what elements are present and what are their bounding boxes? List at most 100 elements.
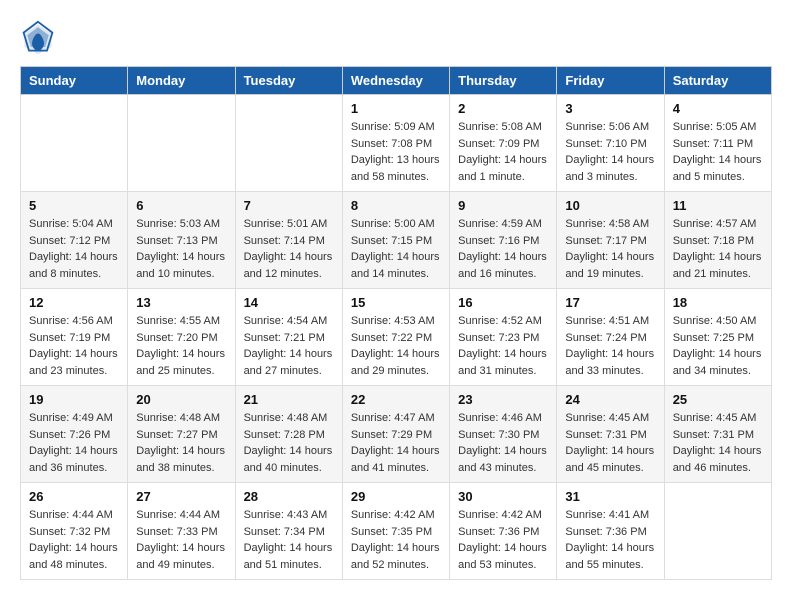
calendar-week-3: 12 Sunrise: 4:56 AMSunset: 7:19 PMDayligh… [21,289,772,386]
day-number: 9 [458,198,548,213]
logo-icon [20,20,56,56]
day-number: 31 [565,489,655,504]
calendar-cell: 20 Sunrise: 4:48 AMSunset: 7:27 PMDayligh… [128,386,235,483]
day-number: 22 [351,392,441,407]
calendar-table: SundayMondayTuesdayWednesdayThursdayFrid… [20,66,772,580]
day-info: Sunrise: 4:44 AMSunset: 7:32 PMDaylight:… [29,507,119,573]
day-number: 29 [351,489,441,504]
day-header-thursday: Thursday [450,67,557,95]
calendar-week-1: 1Sunrise: 5:09 AMSunset: 7:08 PMDaylight… [21,95,772,192]
calendar-cell: 5 Sunrise: 5:04 AMSunset: 7:12 PMDaylight… [21,192,128,289]
day-info: Sunrise: 4:52 AMSunset: 7:23 PMDaylight:… [458,313,548,379]
calendar-cell: 7 Sunrise: 5:01 AMSunset: 7:14 PMDaylight… [235,192,342,289]
calendar-cell: 3 Sunrise: 5:06 AMSunset: 7:10 PMDaylight… [557,95,664,192]
day-header-sunday: Sunday [21,67,128,95]
day-info: Sunrise: 5:04 AMSunset: 7:12 PMDaylight:… [29,216,119,282]
day-number: 20 [136,392,226,407]
calendar-cell: 18 Sunrise: 4:50 AMSunset: 7:25 PMDayligh… [664,289,771,386]
day-number: 25 [673,392,763,407]
calendar-cell: 21 Sunrise: 4:48 AMSunset: 7:28 PMDayligh… [235,386,342,483]
day-number: 8 [351,198,441,213]
day-number: 1 [351,101,441,116]
calendar-cell: 9 Sunrise: 4:59 AMSunset: 7:16 PMDaylight… [450,192,557,289]
day-info: Sunrise: 4:48 AMSunset: 7:27 PMDaylight:… [136,410,226,476]
day-number: 4 [673,101,763,116]
day-info: Sunrise: 4:58 AMSunset: 7:17 PMDaylight:… [565,216,655,282]
calendar-cell [664,483,771,580]
day-info: Sunrise: 5:05 AMSunset: 7:11 PMDaylight:… [673,119,763,185]
day-info: Sunrise: 4:51 AMSunset: 7:24 PMDaylight:… [565,313,655,379]
day-info: Sunrise: 5:06 AMSunset: 7:10 PMDaylight:… [565,119,655,185]
calendar-cell: 8 Sunrise: 5:00 AMSunset: 7:15 PMDaylight… [342,192,449,289]
day-info: Sunrise: 4:57 AMSunset: 7:18 PMDaylight:… [673,216,763,282]
day-number: 21 [244,392,334,407]
day-header-wednesday: Wednesday [342,67,449,95]
calendar-cell: 24Sunrise: 4:45 AMSunset: 7:31 PMDayligh… [557,386,664,483]
calendar-cell: 14 Sunrise: 4:54 AMSunset: 7:21 PMDayligh… [235,289,342,386]
calendar-cell: 13 Sunrise: 4:55 AMSunset: 7:20 PMDayligh… [128,289,235,386]
day-header-tuesday: Tuesday [235,67,342,95]
day-number: 30 [458,489,548,504]
calendar-cell: 30Sunrise: 4:42 AMSunset: 7:36 PMDayligh… [450,483,557,580]
day-info: Sunrise: 4:45 AMSunset: 7:31 PMDaylight:… [673,410,763,476]
calendar-week-2: 5 Sunrise: 5:04 AMSunset: 7:12 PMDaylight… [21,192,772,289]
day-number: 11 [673,198,763,213]
day-info: Sunrise: 4:55 AMSunset: 7:20 PMDaylight:… [136,313,226,379]
day-info: Sunrise: 4:49 AMSunset: 7:26 PMDaylight:… [29,410,119,476]
day-number: 6 [136,198,226,213]
day-number: 5 [29,198,119,213]
calendar-cell: 27Sunrise: 4:44 AMSunset: 7:33 PMDayligh… [128,483,235,580]
day-info: Sunrise: 4:54 AMSunset: 7:21 PMDaylight:… [244,313,334,379]
day-number: 15 [351,295,441,310]
page-header [20,20,772,56]
calendar-cell [21,95,128,192]
day-number: 12 [29,295,119,310]
day-number: 28 [244,489,334,504]
day-number: 17 [565,295,655,310]
calendar-cell: 11 Sunrise: 4:57 AMSunset: 7:18 PMDayligh… [664,192,771,289]
day-number: 16 [458,295,548,310]
day-info: Sunrise: 5:01 AMSunset: 7:14 PMDaylight:… [244,216,334,282]
day-number: 13 [136,295,226,310]
calendar-cell: 4 Sunrise: 5:05 AMSunset: 7:11 PMDaylight… [664,95,771,192]
calendar-cell: 23Sunrise: 4:46 AMSunset: 7:30 PMDayligh… [450,386,557,483]
calendar-cell: 17 Sunrise: 4:51 AMSunset: 7:24 PMDayligh… [557,289,664,386]
day-number: 3 [565,101,655,116]
day-info: Sunrise: 4:48 AMSunset: 7:28 PMDaylight:… [244,410,334,476]
day-info: Sunrise: 4:43 AMSunset: 7:34 PMDaylight:… [244,507,334,573]
day-header-monday: Monday [128,67,235,95]
day-info: Sunrise: 4:42 AMSunset: 7:35 PMDaylight:… [351,507,441,573]
day-number: 23 [458,392,548,407]
calendar-cell: 31 Sunrise: 4:41 AMSunset: 7:36 PMDayligh… [557,483,664,580]
day-number: 10 [565,198,655,213]
calendar-cell: 29 Sunrise: 4:42 AMSunset: 7:35 PMDayligh… [342,483,449,580]
day-header-friday: Friday [557,67,664,95]
calendar-cell: 28 Sunrise: 4:43 AMSunset: 7:34 PMDayligh… [235,483,342,580]
day-info: Sunrise: 4:45 AMSunset: 7:31 PMDaylight:… [565,410,655,476]
day-number: 19 [29,392,119,407]
day-number: 18 [673,295,763,310]
logo [20,20,60,56]
day-number: 2 [458,101,548,116]
day-info: Sunrise: 5:00 AMSunset: 7:15 PMDaylight:… [351,216,441,282]
day-header-saturday: Saturday [664,67,771,95]
header-row: SundayMondayTuesdayWednesdayThursdayFrid… [21,67,772,95]
day-info: Sunrise: 4:59 AMSunset: 7:16 PMDaylight:… [458,216,548,282]
calendar-cell: 25 Sunrise: 4:45 AMSunset: 7:31 PMDayligh… [664,386,771,483]
calendar-cell: 10 Sunrise: 4:58 AMSunset: 7:17 PMDayligh… [557,192,664,289]
calendar-cell: 26Sunrise: 4:44 AMSunset: 7:32 PMDayligh… [21,483,128,580]
day-info: Sunrise: 4:53 AMSunset: 7:22 PMDaylight:… [351,313,441,379]
day-number: 14 [244,295,334,310]
day-number: 7 [244,198,334,213]
day-info: Sunrise: 4:41 AMSunset: 7:36 PMDaylight:… [565,507,655,573]
calendar-cell: 22Sunrise: 4:47 AMSunset: 7:29 PMDayligh… [342,386,449,483]
calendar-week-5: 26Sunrise: 4:44 AMSunset: 7:32 PMDayligh… [21,483,772,580]
calendar-cell [235,95,342,192]
day-info: Sunrise: 4:44 AMSunset: 7:33 PMDaylight:… [136,507,226,573]
day-info: Sunrise: 4:50 AMSunset: 7:25 PMDaylight:… [673,313,763,379]
day-info: Sunrise: 5:08 AMSunset: 7:09 PMDaylight:… [458,119,548,185]
calendar-cell [128,95,235,192]
calendar-cell: 2 Sunrise: 5:08 AMSunset: 7:09 PMDaylight… [450,95,557,192]
day-info: Sunrise: 4:56 AMSunset: 7:19 PMDaylight:… [29,313,119,379]
calendar-cell: 19 Sunrise: 4:49 AMSunset: 7:26 PMDayligh… [21,386,128,483]
